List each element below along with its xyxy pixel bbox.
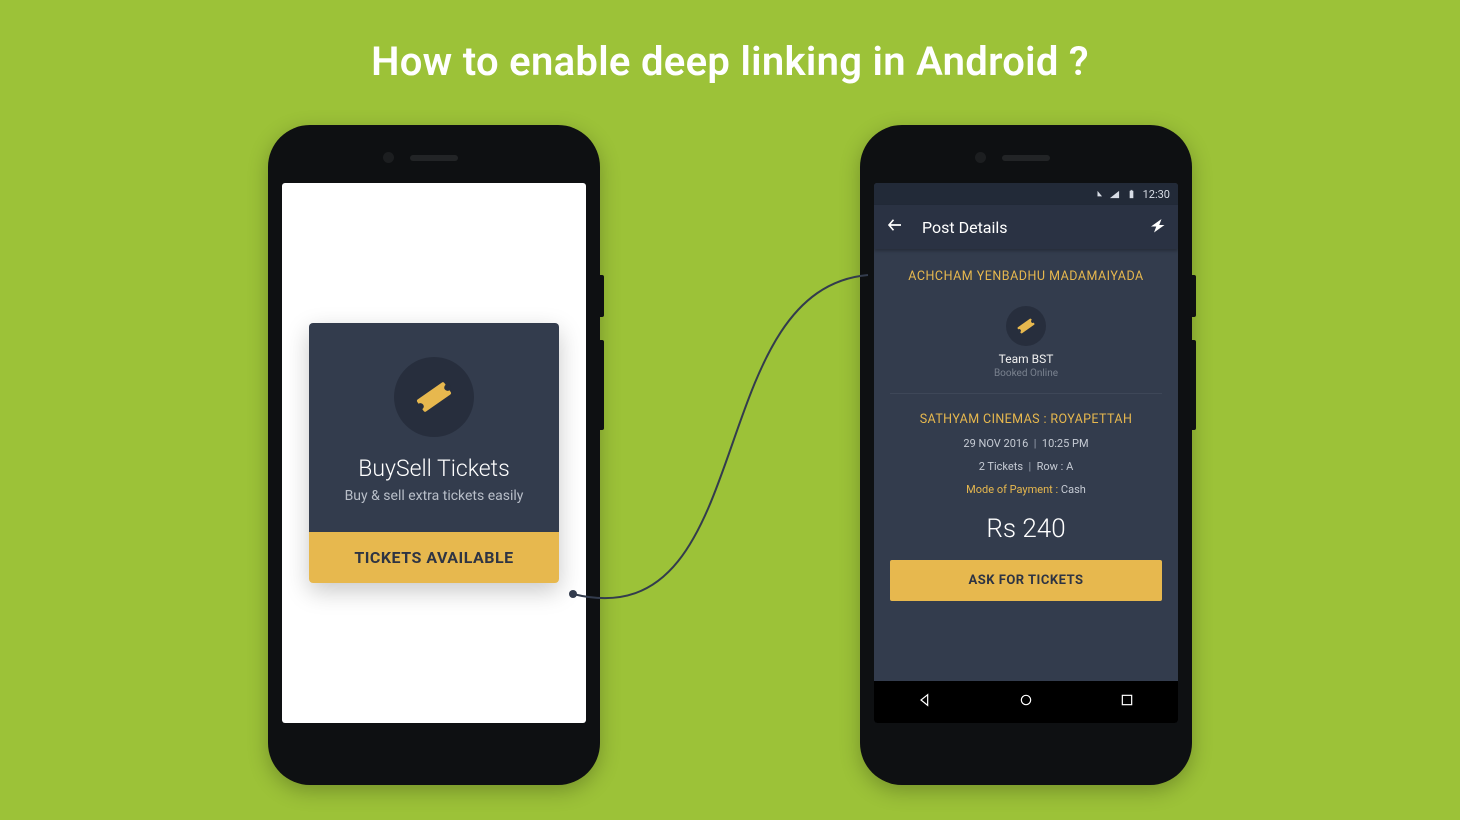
status-time: 12:30 [1143,188,1170,201]
phone-volume-button [600,340,604,430]
booked-label: Booked Online [890,368,1162,379]
phone-right-screen: 12:30 Post Details ACHCHAM YENBADHU MADA… [874,183,1178,723]
phone-power-button [600,275,604,317]
price-label: Rs 240 [890,514,1162,544]
nav-home-icon[interactable] [1018,692,1034,712]
promo-card-title: BuySell Tickets [321,455,547,482]
movie-title: ACHCHAM YENBADHU MADAMAIYADA [890,269,1162,284]
phone-left: BuySell Tickets Buy & sell extra tickets… [268,125,600,785]
mop-row: Mode of Payment : Cash [890,483,1162,496]
appbar-title: Post Details [922,218,1148,237]
tickets-available-button[interactable]: TICKETS AVAILABLE [309,532,559,583]
page-title: How to enable deep linking in Android ? [0,0,1460,85]
datetime-row: 29 NOV 2016 | 10:25 PM [890,437,1162,450]
show-date: 29 NOV 2016 [963,437,1028,450]
wifi-icon [1092,189,1103,200]
battery-icon [1126,189,1137,200]
android-nav-bar [874,681,1178,723]
promo-card-subtitle: Buy & sell extra tickets easily [321,488,547,504]
nav-recent-icon[interactable] [1119,692,1135,712]
ask-for-tickets-button[interactable]: ASK FOR TICKETS [890,560,1162,601]
status-bar: 12:30 [874,183,1178,205]
mop-label: Mode of Payment : [966,483,1058,496]
divider [890,393,1162,394]
back-button[interactable] [886,216,904,238]
mop-value: Cash [1061,483,1086,496]
show-time: 10:25 PM [1042,437,1089,450]
phone-left-screen: BuySell Tickets Buy & sell extra tickets… [282,183,586,723]
ticket-count: 2 Tickets [979,460,1023,473]
nav-back-icon[interactable] [917,692,933,712]
signal-icon [1109,189,1120,200]
share-button[interactable] [1148,216,1166,238]
promo-card-body: BuySell Tickets Buy & sell extra tickets… [309,323,559,532]
post-content: ACHCHAM YENBADHU MADAMAIYADA Team BST Bo… [874,249,1178,681]
app-bar: Post Details [874,205,1178,249]
team-name: Team BST [890,352,1162,366]
venue-label: SATHYAM CINEMAS : ROYAPETTAH [890,412,1162,427]
ticket-icon [1006,306,1046,346]
ticket-icon [394,357,474,437]
phone-volume-button [1192,340,1196,430]
phone-right: 12:30 Post Details ACHCHAM YENBADHU MADA… [860,125,1192,785]
promo-card: BuySell Tickets Buy & sell extra tickets… [309,323,559,583]
seat-row-label: Row : A [1037,460,1074,473]
phone-power-button [1192,275,1196,317]
seat-row: 2 Tickets | Row : A [890,460,1162,473]
